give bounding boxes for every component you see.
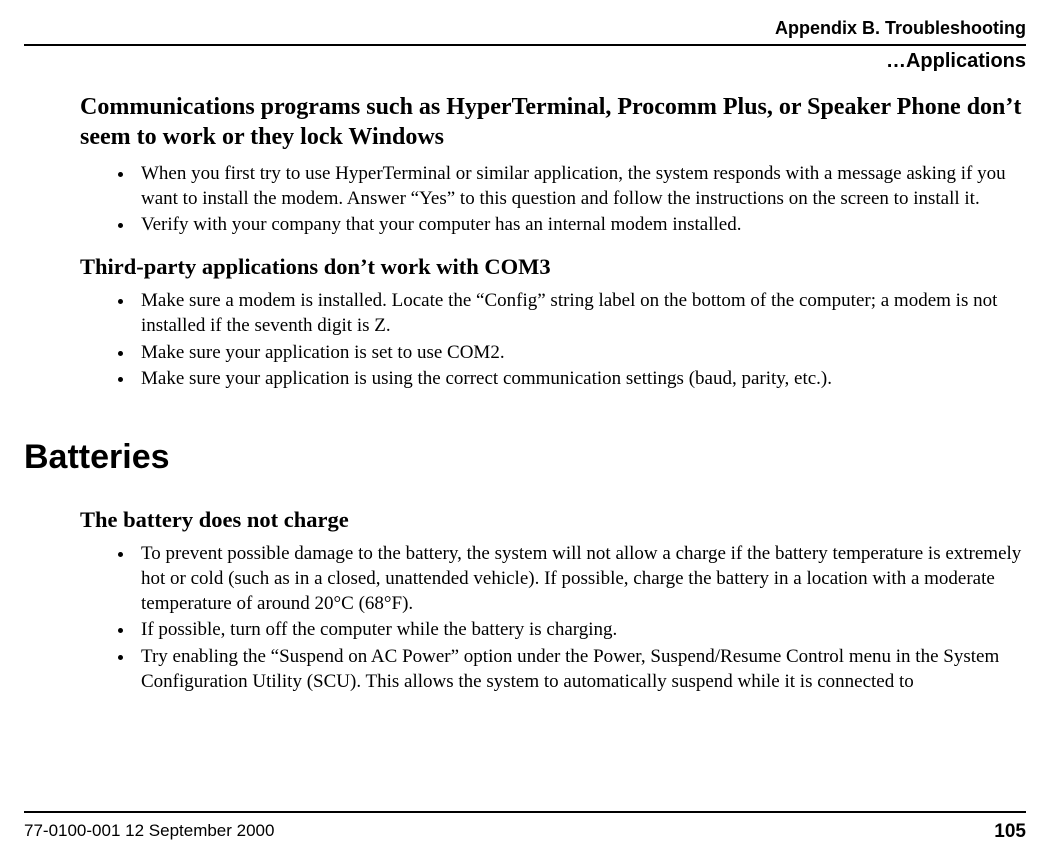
header-section-continued: …Applications bbox=[886, 50, 1026, 73]
list-item: To prevent possible damage to the batter… bbox=[135, 542, 1026, 616]
heading-communications: Communications programs such as HyperTer… bbox=[80, 92, 1026, 152]
list-communications: When you first try to use HyperTerminal … bbox=[80, 162, 1026, 238]
list-item: Try enabling the “Suspend on AC Power” o… bbox=[135, 645, 1026, 694]
list-third-party: Make sure a modem is installed. Locate t… bbox=[80, 289, 1026, 392]
footer-rule bbox=[24, 811, 1026, 813]
header-appendix: Appendix B. Troubleshooting bbox=[775, 18, 1026, 39]
list-item: Make sure your application is using the … bbox=[135, 367, 1026, 392]
footer-page-number: 105 bbox=[994, 821, 1026, 843]
heading-battery-charge: The battery does not charge bbox=[80, 505, 1026, 534]
list-item: Make sure your application is set to use… bbox=[135, 341, 1026, 366]
footer-doc-id: 77-0100-001 12 September 2000 bbox=[24, 821, 274, 841]
content-area: Communications programs such as HyperTer… bbox=[80, 86, 1026, 698]
list-item: If possible, turn off the computer while… bbox=[135, 618, 1026, 643]
list-item: Make sure a modem is installed. Locate t… bbox=[135, 289, 1026, 338]
page: Appendix B. Troubleshooting …Application… bbox=[0, 0, 1050, 855]
list-item: When you first try to use HyperTerminal … bbox=[135, 162, 1026, 211]
list-item: Verify with your company that your compu… bbox=[135, 213, 1026, 238]
header-rule bbox=[24, 44, 1026, 46]
section-title-batteries: Batteries bbox=[0, 438, 1026, 477]
list-battery: To prevent possible damage to the batter… bbox=[80, 542, 1026, 694]
heading-third-party: Third-party applications don’t work with… bbox=[80, 252, 1026, 281]
